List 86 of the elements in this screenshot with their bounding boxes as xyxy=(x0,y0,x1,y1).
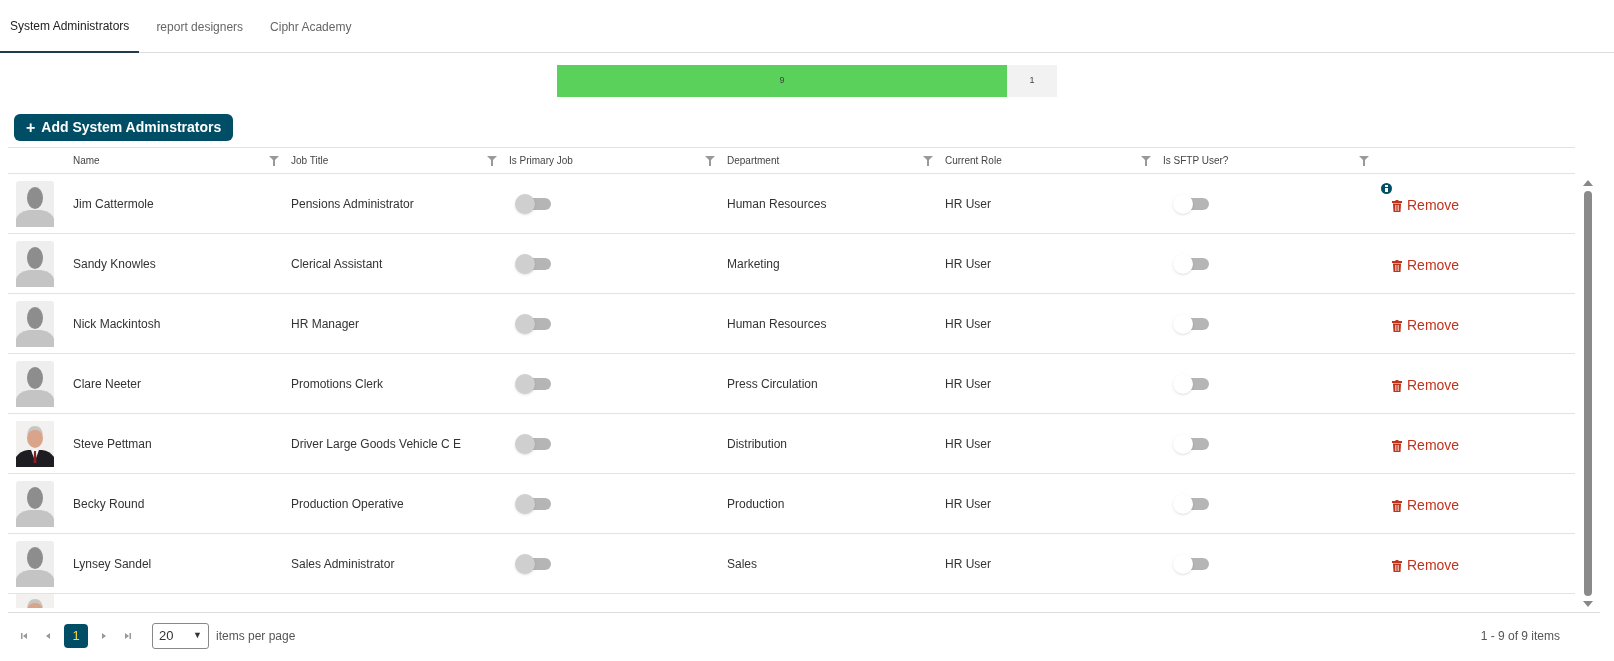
last-page-icon xyxy=(124,631,132,640)
trash-icon xyxy=(1392,319,1402,332)
filter-icon[interactable] xyxy=(923,155,933,166)
table-cell-text: Sandy Knowles xyxy=(72,255,157,273)
tab[interactable]: report designers xyxy=(146,0,254,53)
filter-icon[interactable] xyxy=(705,155,715,166)
table-cell-text: Production Operative xyxy=(290,495,405,513)
avatar-placeholder xyxy=(16,540,54,587)
toggle-switch[interactable] xyxy=(1173,313,1209,334)
avatar-placeholder xyxy=(16,240,54,287)
table-cell-text: Sales xyxy=(726,555,759,573)
table-cell-text: Sales Administrator xyxy=(290,555,396,573)
column-header[interactable]: Department xyxy=(727,153,780,168)
tab[interactable]: Ciphr Academy xyxy=(260,0,362,53)
toggle-switch[interactable] xyxy=(1173,553,1209,574)
table-cell-text: Human Resources xyxy=(726,315,828,333)
avatar-placeholder xyxy=(16,300,54,347)
info-icon[interactable] xyxy=(1381,183,1392,194)
trash-icon xyxy=(1392,559,1402,572)
trash-icon xyxy=(1392,259,1402,272)
trash-icon xyxy=(1392,379,1402,392)
page-button[interactable]: 1 xyxy=(64,623,88,648)
toggle-switch[interactable] xyxy=(1173,253,1209,274)
table-cell-text: Production xyxy=(726,495,786,513)
table-cell-text: HR User xyxy=(944,375,992,393)
items-per-page-label: items per page xyxy=(216,627,296,645)
table-cell-text: HR User xyxy=(944,195,992,213)
remove-link[interactable]: Remove xyxy=(1392,375,1460,396)
avatar-placeholder xyxy=(16,480,54,527)
bar-count: 1 xyxy=(1029,74,1035,88)
table-cell-text: Human Resources xyxy=(726,195,828,213)
column-header[interactable]: Job Title xyxy=(291,153,329,168)
table-cell-text: HR User xyxy=(944,255,992,273)
filter-icon[interactable] xyxy=(269,155,279,166)
bar-fill: 9 xyxy=(557,65,1007,97)
remove-link[interactable]: Remove xyxy=(1392,435,1460,456)
table-cell-text: Pensions Administrator xyxy=(290,195,415,213)
toggle-switch[interactable] xyxy=(1173,193,1209,214)
table-cell-text: HR User xyxy=(944,495,992,513)
trash-icon xyxy=(1392,499,1402,512)
avatar-placeholder xyxy=(16,360,54,407)
column-header[interactable]: Name xyxy=(73,153,100,168)
remove-link[interactable]: Remove xyxy=(1392,255,1460,276)
page-size-dropdown[interactable]: 20 ▼ xyxy=(152,622,209,649)
plus-icon: + xyxy=(26,119,36,136)
add-button[interactable]: + Add System Adminstrators xyxy=(14,114,234,141)
pager-summary: 1 - 9 of 9 items xyxy=(1480,627,1560,645)
previous-page-icon xyxy=(44,631,52,640)
scroll-up-icon[interactable] xyxy=(1582,179,1593,187)
next-page-icon xyxy=(100,631,108,640)
trash-icon xyxy=(1392,199,1402,212)
table-cell-text: Clare Neeter xyxy=(72,375,143,393)
toggle-switch[interactable] xyxy=(1173,493,1209,514)
table-cell-text: Becky Round xyxy=(72,495,146,513)
column-header[interactable]: Is Primary Job xyxy=(509,153,573,168)
tab[interactable]: System Administrators xyxy=(0,0,140,53)
filter-icon[interactable] xyxy=(1141,155,1151,166)
filter-icon[interactable] xyxy=(1359,155,1369,166)
trash-icon xyxy=(1392,439,1402,452)
column-header[interactable]: Is SFTP User? xyxy=(1163,153,1229,168)
remove-link[interactable]: Remove xyxy=(1392,555,1460,576)
table-cell-text: HR User xyxy=(944,315,992,333)
table-cell-text: HR User xyxy=(944,555,992,573)
table-cell-text: Marketing xyxy=(726,255,781,273)
scroll-down-icon[interactable] xyxy=(1582,600,1593,608)
table-cell-text: Distribution xyxy=(726,435,789,453)
remove-link[interactable]: Remove xyxy=(1392,495,1460,516)
table-cell-text: HR Manager xyxy=(290,315,361,333)
table-cell-text: HR User xyxy=(944,435,992,453)
toggle-switch[interactable] xyxy=(1173,433,1209,454)
table-cell-text: Nick Mackintosh xyxy=(72,315,162,333)
table-cell-text: Driver Large Goods Vehicle C E xyxy=(290,435,463,453)
caret-icon: ▼ xyxy=(193,628,202,643)
table-cell-text: Jim Cattermole xyxy=(72,195,155,213)
column-header[interactable]: Current Role xyxy=(945,153,1002,168)
first-page-icon xyxy=(20,631,28,640)
table-cell-text: Clerical Assistant xyxy=(290,255,384,273)
table-cell-text: Promotions Clerk xyxy=(290,375,385,393)
table-cell-text: Lynsey Sandel xyxy=(72,555,153,573)
avatar-placeholder xyxy=(16,180,54,227)
filter-icon[interactable] xyxy=(487,155,497,166)
remove-link[interactable]: Remove xyxy=(1392,195,1460,216)
toggle-switch[interactable] xyxy=(1173,373,1209,394)
remove-link[interactable]: Remove xyxy=(1392,315,1460,336)
table-cell-text: Steve Pettman xyxy=(72,435,153,453)
table-cell-text: Press Circulation xyxy=(726,375,819,393)
